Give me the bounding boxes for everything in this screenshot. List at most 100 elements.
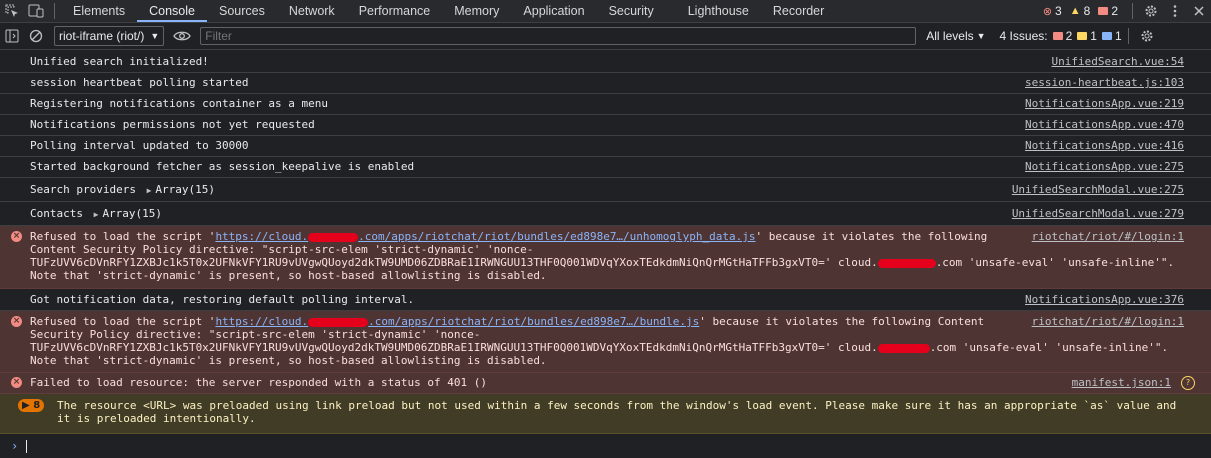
sidebar-toggle-icon[interactable] <box>0 25 24 47</box>
text-caret <box>26 440 27 453</box>
log-source-link[interactable]: UnifiedSearchModal.vue:275 <box>1012 178 1184 201</box>
inspect-element-icon[interactable] <box>0 0 24 22</box>
ai-insight-icon[interactable]: ? <box>1181 376 1195 390</box>
script-url-link[interactable]: https://cloud..com/apps/riotchat/riot/bu… <box>215 315 699 328</box>
log-error: × Refused to load the script 'https://cl… <box>0 311 1211 373</box>
log-message: Started background fetcher as session_ke… <box>0 157 1211 178</box>
context-selector-label: riot-iframe (riot/) <box>59 29 144 43</box>
log-error-text: Refused to load the script 'https://clou… <box>30 230 1184 282</box>
filter-input[interactable] <box>200 27 916 45</box>
error-message-icon <box>1053 32 1063 40</box>
log-message: Notifications permissions not yet reques… <box>0 115 1211 136</box>
issues-errors-value: 2 <box>1066 29 1073 43</box>
log-source-link[interactable]: UnifiedSearch.vue:54 <box>1052 52 1184 72</box>
log-array-value[interactable]: Array(15) <box>102 207 162 220</box>
log-message-text: session heartbeat polling started <box>30 76 249 89</box>
tab-application[interactable]: Application <box>511 0 596 22</box>
clear-console-icon[interactable] <box>24 25 48 47</box>
log-message-text: Search providers <box>30 183 136 196</box>
tab-divider <box>54 3 55 19</box>
tab-network[interactable]: Network <box>277 0 347 22</box>
log-source-link[interactable]: NotificationsApp.vue:219 <box>1025 94 1184 114</box>
expand-triangle-icon[interactable]: ▶ <box>147 186 152 195</box>
tab-security[interactable]: Security <box>597 0 666 22</box>
message-count[interactable]: 2 <box>1098 4 1118 18</box>
log-levels-dropdown[interactable]: All levels ▼ <box>926 29 985 43</box>
log-message-text: Unified search initialized! <box>30 55 209 68</box>
warning-repeat-badge[interactable]: ▶ 8 <box>18 399 44 412</box>
tab-performance[interactable]: Performance <box>347 0 443 22</box>
redaction-mark <box>878 259 936 268</box>
log-source-link[interactable]: riotchat/riot/#/login:1 <box>1032 315 1184 328</box>
device-toolbar-icon[interactable] <box>24 0 48 22</box>
log-message: session heartbeat polling started sessio… <box>0 73 1211 94</box>
warning-count[interactable]: ▲ 8 <box>1070 4 1091 18</box>
log-warning: ▶ 8 The resource <URL> was preloaded usi… <box>0 394 1211 434</box>
log-source-link[interactable]: session-heartbeat.js:103 <box>1025 73 1184 93</box>
issues-warnings-value: 1 <box>1090 29 1097 43</box>
error-count-value: 3 <box>1055 4 1062 18</box>
settings-gear-icon[interactable] <box>1139 0 1163 22</box>
issues-warnings: 1 <box>1077 29 1097 43</box>
log-error: × Refused to load the script 'https://cl… <box>0 226 1211 289</box>
live-expression-eye-icon[interactable] <box>170 25 194 47</box>
log-source-link[interactable]: NotificationsApp.vue:376 <box>1025 289 1184 310</box>
redaction-mark <box>308 318 368 327</box>
log-error: × Failed to load resource: the server re… <box>0 373 1211 394</box>
warning-icon: ▲ <box>1070 5 1081 17</box>
tab-elements[interactable]: Elements <box>61 0 137 22</box>
error-icon: × <box>11 231 22 242</box>
log-error-text: Refused to load the script 'https://clou… <box>30 315 1184 367</box>
log-message: Unified search initialized! UnifiedSearc… <box>0 50 1211 73</box>
script-url-link[interactable]: https://cloud..com/apps/riotchat/riot/bu… <box>215 230 755 243</box>
log-array-value[interactable]: Array(15) <box>155 183 215 196</box>
warning-count-value: 8 <box>1084 4 1091 18</box>
tab-lighthouse[interactable]: Lighthouse <box>676 0 761 22</box>
message-count-value: 2 <box>1111 4 1118 18</box>
more-options-icon[interactable] <box>1163 0 1187 22</box>
log-message: Search providers ▶Array(15) UnifiedSearc… <box>0 178 1211 202</box>
tab-recorder[interactable]: Recorder <box>761 0 836 22</box>
log-message: Got notification data, restoring default… <box>0 289 1211 311</box>
error-count[interactable]: ⊗ 3 <box>1043 4 1062 18</box>
tab-memory[interactable]: Memory <box>442 0 511 22</box>
issues-button[interactable]: 4 Issues: 2 1 1 <box>1000 29 1122 43</box>
console-log: Unified search initialized! UnifiedSearc… <box>0 50 1211 451</box>
log-error-text: Failed to load resource: the server resp… <box>30 376 487 389</box>
error-icon: × <box>11 316 22 327</box>
info-message-icon <box>1102 32 1112 40</box>
console-toolbar: riot-iframe (riot/) ▼ All levels ▼ 4 Iss… <box>0 23 1211 50</box>
tab-divider-right <box>1132 3 1133 19</box>
warning-repeat-count: 8 <box>33 400 40 411</box>
console-settings-gear-icon[interactable] <box>1135 25 1159 47</box>
log-source-link[interactable]: NotificationsApp.vue:416 <box>1025 136 1184 156</box>
log-source-link[interactable]: UnifiedSearchModal.vue:279 <box>1012 202 1184 225</box>
log-message-text: Started background fetcher as session_ke… <box>30 160 414 173</box>
log-source-link[interactable]: manifest.json:1 <box>1072 373 1171 393</box>
redaction-mark <box>308 233 358 242</box>
log-message-text: Got notification data, restoring default… <box>30 293 414 306</box>
devtools-tabbar: Elements Console Sources Network Perform… <box>0 0 1211 23</box>
log-warning-text: The resource <URL> was preloaded using l… <box>57 399 1184 425</box>
log-message-text: Notifications permissions not yet reques… <box>30 118 315 131</box>
log-source-link[interactable]: riotchat/riot/#/login:1 <box>1032 230 1184 243</box>
console-prompt[interactable]: › <box>0 434 1211 458</box>
log-message: Registering notifications container as a… <box>0 94 1211 115</box>
close-devtools-icon[interactable] <box>1187 0 1211 22</box>
issues-label: 4 Issues: <box>1000 29 1048 43</box>
context-selector[interactable]: riot-iframe (riot/) ▼ <box>54 26 164 46</box>
message-icon <box>1098 7 1108 15</box>
log-message-text: Registering notifications container as a… <box>30 97 328 110</box>
log-source-link[interactable]: NotificationsApp.vue:275 <box>1025 157 1184 177</box>
tabbar-right: ⊗ 3 ▲ 8 2 <box>1043 0 1211 22</box>
error-icon: × <box>11 377 22 388</box>
tab-sources[interactable]: Sources <box>207 0 277 22</box>
issues-errors: 2 <box>1053 29 1073 43</box>
expand-triangle-icon: ▶ <box>22 400 30 411</box>
warning-message-icon <box>1077 32 1087 40</box>
expand-triangle-icon[interactable]: ▶ <box>94 210 99 219</box>
chevron-down-icon: ▼ <box>150 31 159 41</box>
tab-console[interactable]: Console <box>137 0 207 22</box>
issues-info: 1 <box>1102 29 1122 43</box>
log-source-link[interactable]: NotificationsApp.vue:470 <box>1025 115 1184 135</box>
